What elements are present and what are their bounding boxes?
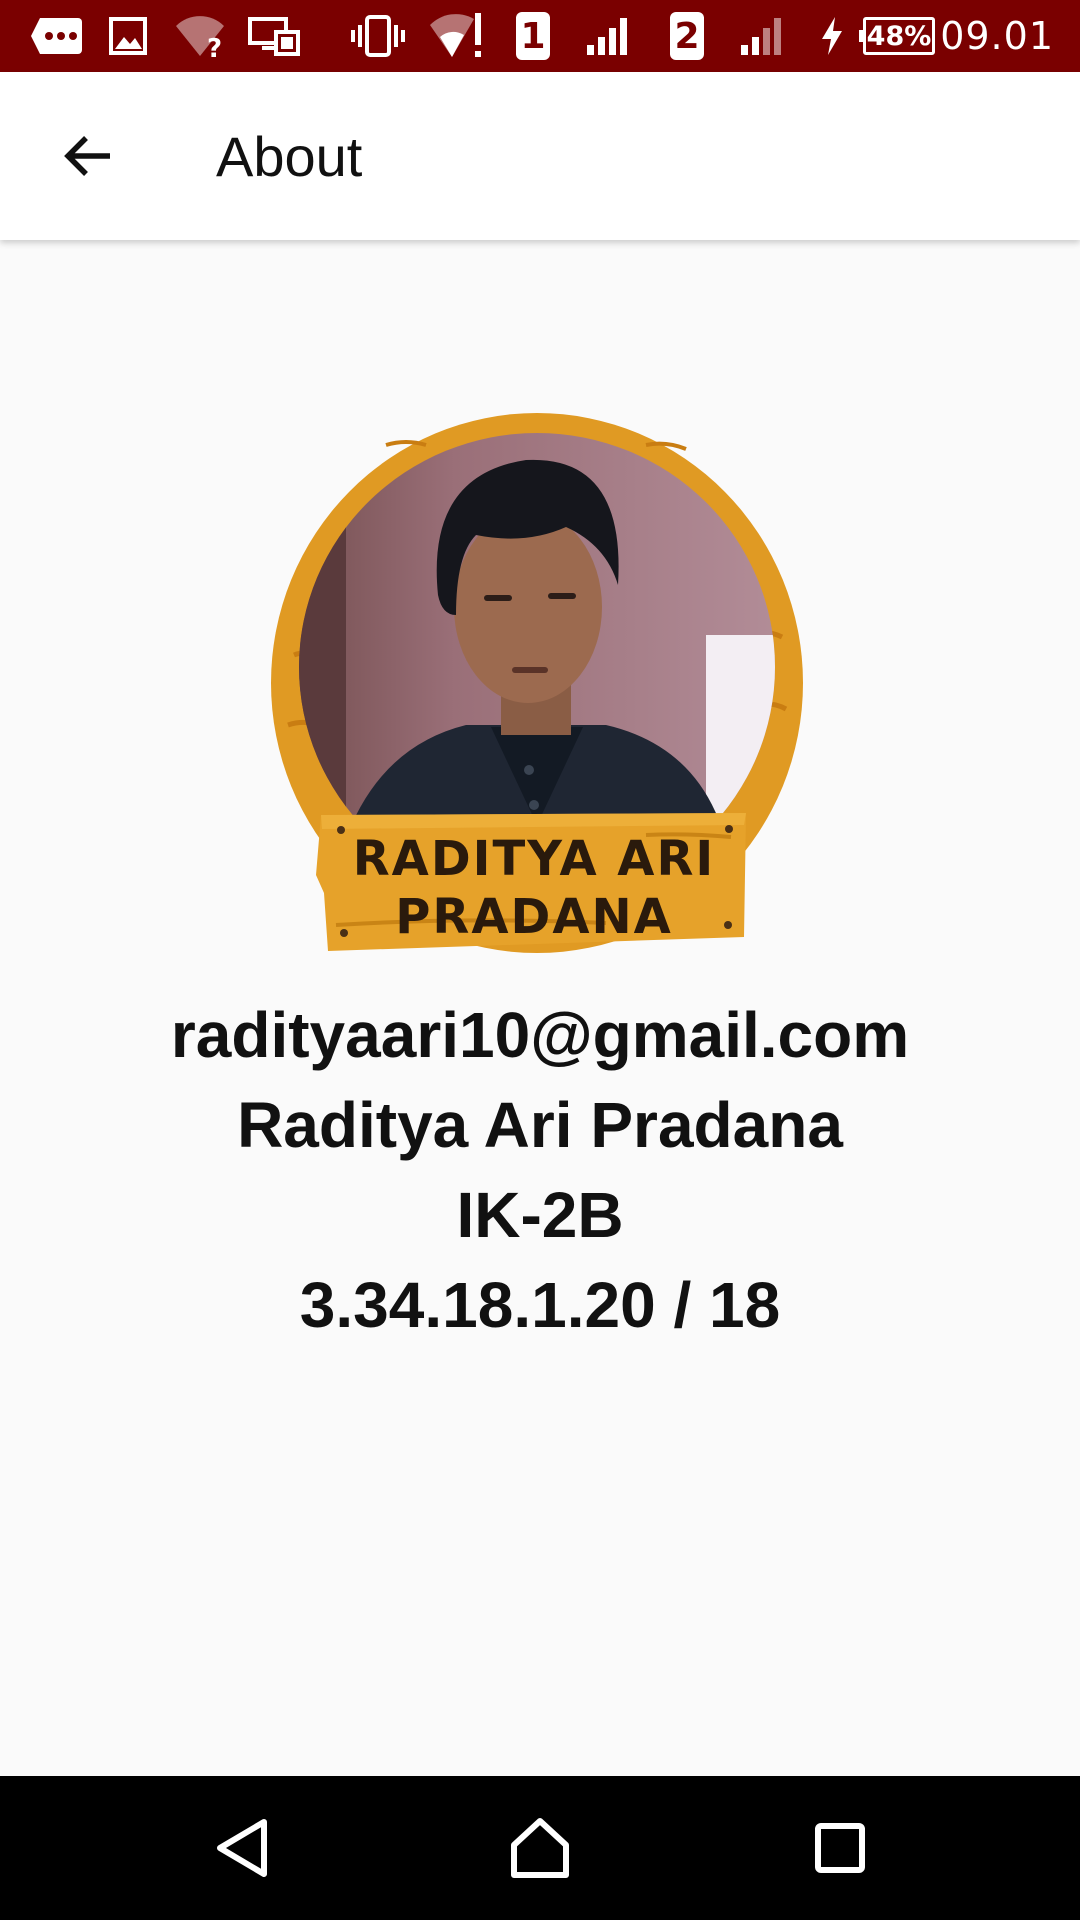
back-button[interactable] — [44, 112, 132, 200]
nav-home-icon — [511, 1818, 569, 1878]
nav-back-button[interactable] — [172, 1776, 312, 1920]
about-content: RADITYA ARI PRADANA radityaari10@gmail.c… — [0, 240, 1080, 1776]
profile-badge-image: RADITYA ARI PRADANA — [271, 413, 803, 953]
cast-icon — [248, 0, 300, 72]
battery-percent: 48% — [859, 17, 935, 55]
navigation-bar — [0, 1776, 1080, 1920]
sim-1-icon: 1 — [516, 0, 550, 72]
page-title: About — [216, 124, 363, 188]
nav-home-button[interactable] — [470, 1776, 610, 1920]
profile-name: Raditya Ari Pradana — [237, 1089, 843, 1161]
wifi-alert-icon — [428, 0, 486, 72]
profile-info: radityaari10@gmail.com Raditya Ari Prada… — [0, 990, 1080, 1350]
battery-icon: 48% — [859, 0, 936, 72]
sim-2-icon: 2 — [670, 0, 704, 72]
charging-icon — [818, 0, 846, 72]
status-bar: ? 1 2 48% 09.01 — [0, 0, 1080, 72]
badge-text-line1: RADITYA ARI — [353, 831, 716, 887]
nav-back-icon — [217, 1819, 267, 1877]
vibrate-icon — [350, 0, 406, 72]
more-notifications-icon — [30, 0, 84, 72]
sim-1-label: 1 — [516, 12, 550, 60]
nav-recents-button[interactable] — [770, 1776, 910, 1920]
profile-student-id: 3.34.18.1.20 / 18 — [299, 1269, 781, 1341]
image-icon — [108, 0, 148, 72]
arrow-back-icon — [64, 136, 110, 176]
signal-weak-icon — [738, 0, 786, 72]
nav-recents-icon — [815, 1823, 865, 1873]
svg-text:?: ? — [207, 34, 222, 58]
profile-class: IK-2B — [456, 1179, 624, 1251]
sim-2-label: 2 — [670, 12, 704, 60]
wifi-unknown-icon: ? — [174, 0, 226, 72]
signal-icon — [584, 0, 632, 72]
app-bar: About — [0, 72, 1080, 240]
status-time: 09.01 — [940, 14, 1054, 58]
profile-email: radityaari10@gmail.com — [170, 999, 910, 1071]
badge-text-line2: PRADANA — [395, 889, 673, 945]
